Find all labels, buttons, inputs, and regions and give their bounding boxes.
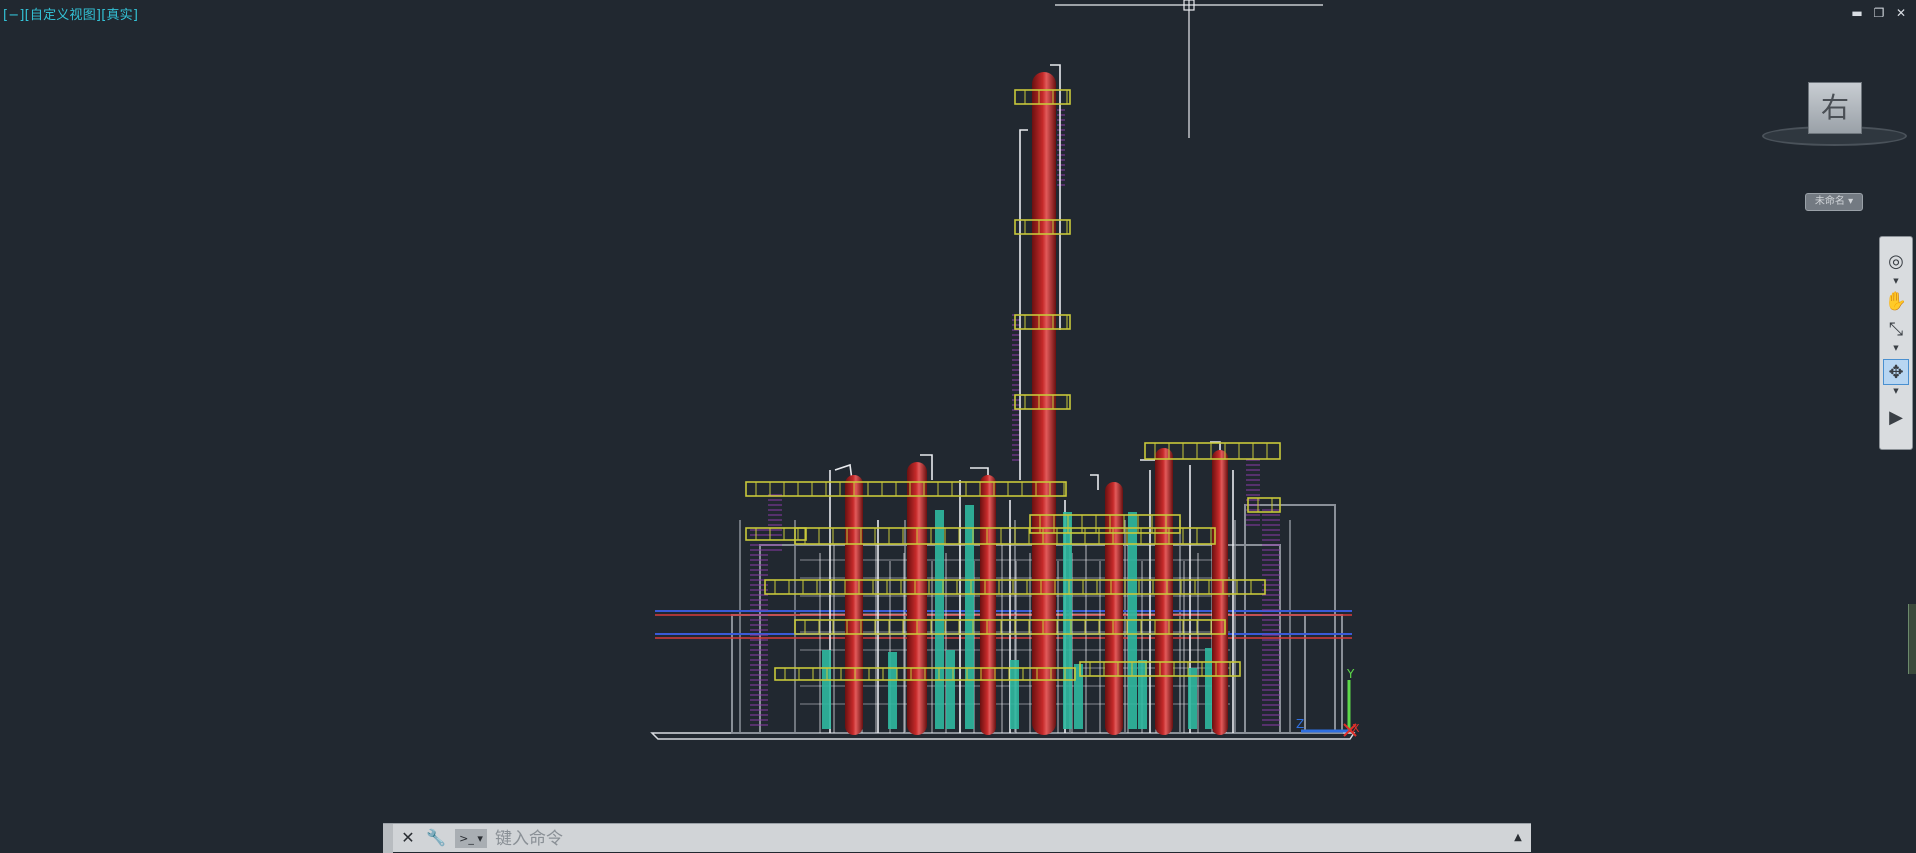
viewcube[interactable]: 右 (1762, 70, 1907, 150)
visual-style-control[interactable]: [真实] (101, 8, 138, 23)
navigation-bar: ◎ ▼ ✋ ⤡ ▼ ✥ ▼ ▶ (1879, 236, 1913, 450)
distillation-column (980, 475, 996, 735)
command-line: ✕ 🔧 >_ ▾ ▲ (383, 823, 1531, 853)
distillation-column (1155, 448, 1173, 735)
settings-icon[interactable]: 🔧 (425, 828, 447, 848)
ladder (768, 494, 782, 551)
command-input[interactable] (493, 826, 1497, 852)
ucs-dropdown[interactable]: 未命名 ▾ (1805, 193, 1863, 211)
expand-history-icon[interactable]: ▲ (1511, 830, 1525, 846)
equipment-vessel (946, 650, 955, 729)
steel-frame-1 (759, 544, 1281, 734)
window-controls: ▬ ❐ ✕ (1850, 6, 1908, 20)
model-viewport[interactable]: Y Z X (0, 0, 1916, 852)
distillation-column (845, 475, 863, 735)
distillation-column (1212, 450, 1228, 735)
pan-icon[interactable]: ✋ (1883, 289, 1909, 315)
distillation-column (1032, 72, 1056, 735)
orbit-icon[interactable]: ✥ (1883, 359, 1909, 385)
steel-frame-3 (1279, 614, 1306, 734)
side-panel-tab[interactable] (1908, 604, 1916, 674)
process-pipe (1019, 129, 1028, 480)
chevron-down-icon[interactable]: ▼ (1891, 277, 1901, 285)
command-line-grip[interactable] (383, 824, 393, 853)
viewport-controls-label[interactable]: [−][自定义视图][真实] (3, 4, 138, 23)
viewport-minus-control[interactable]: [−] (3, 8, 25, 23)
ucs-x-label: X (1352, 722, 1360, 735)
minimize-icon[interactable]: ▬ (1850, 6, 1864, 20)
chevron-down-icon[interactable]: ▼ (1891, 344, 1901, 352)
close-icon[interactable]: ✕ (397, 828, 419, 848)
ucs-y-label: Y (1346, 667, 1355, 681)
platform-grating (745, 481, 1067, 497)
distillation-column (907, 462, 927, 735)
ladder (1262, 509, 1280, 726)
ladder (1057, 109, 1065, 186)
viewcube-face-right[interactable]: 右 (1808, 82, 1862, 134)
equipment-vessel (888, 652, 897, 729)
restore-icon[interactable]: ❐ (1872, 6, 1886, 20)
equipment-vessel (1010, 660, 1019, 729)
distillation-column (1105, 482, 1123, 735)
steering-wheel-icon[interactable]: ◎ (1883, 249, 1909, 275)
equipment-vessel (1188, 668, 1197, 729)
equipment-vessel (822, 650, 831, 729)
process-pipe (1090, 474, 1099, 490)
close-icon[interactable]: ✕ (1894, 6, 1908, 20)
ladder (1246, 459, 1260, 526)
ucs-z-label: Z (1296, 717, 1304, 731)
chevron-down-icon[interactable]: ▼ (1891, 387, 1901, 395)
showmotion-icon[interactable]: ▶ (1883, 405, 1909, 431)
ladder (1012, 314, 1020, 461)
zoom-extents-icon[interactable]: ⤡ (1883, 317, 1909, 343)
view-name-control[interactable]: [自定义视图] (25, 8, 102, 23)
recent-commands-button[interactable]: >_ ▾ (455, 829, 487, 848)
